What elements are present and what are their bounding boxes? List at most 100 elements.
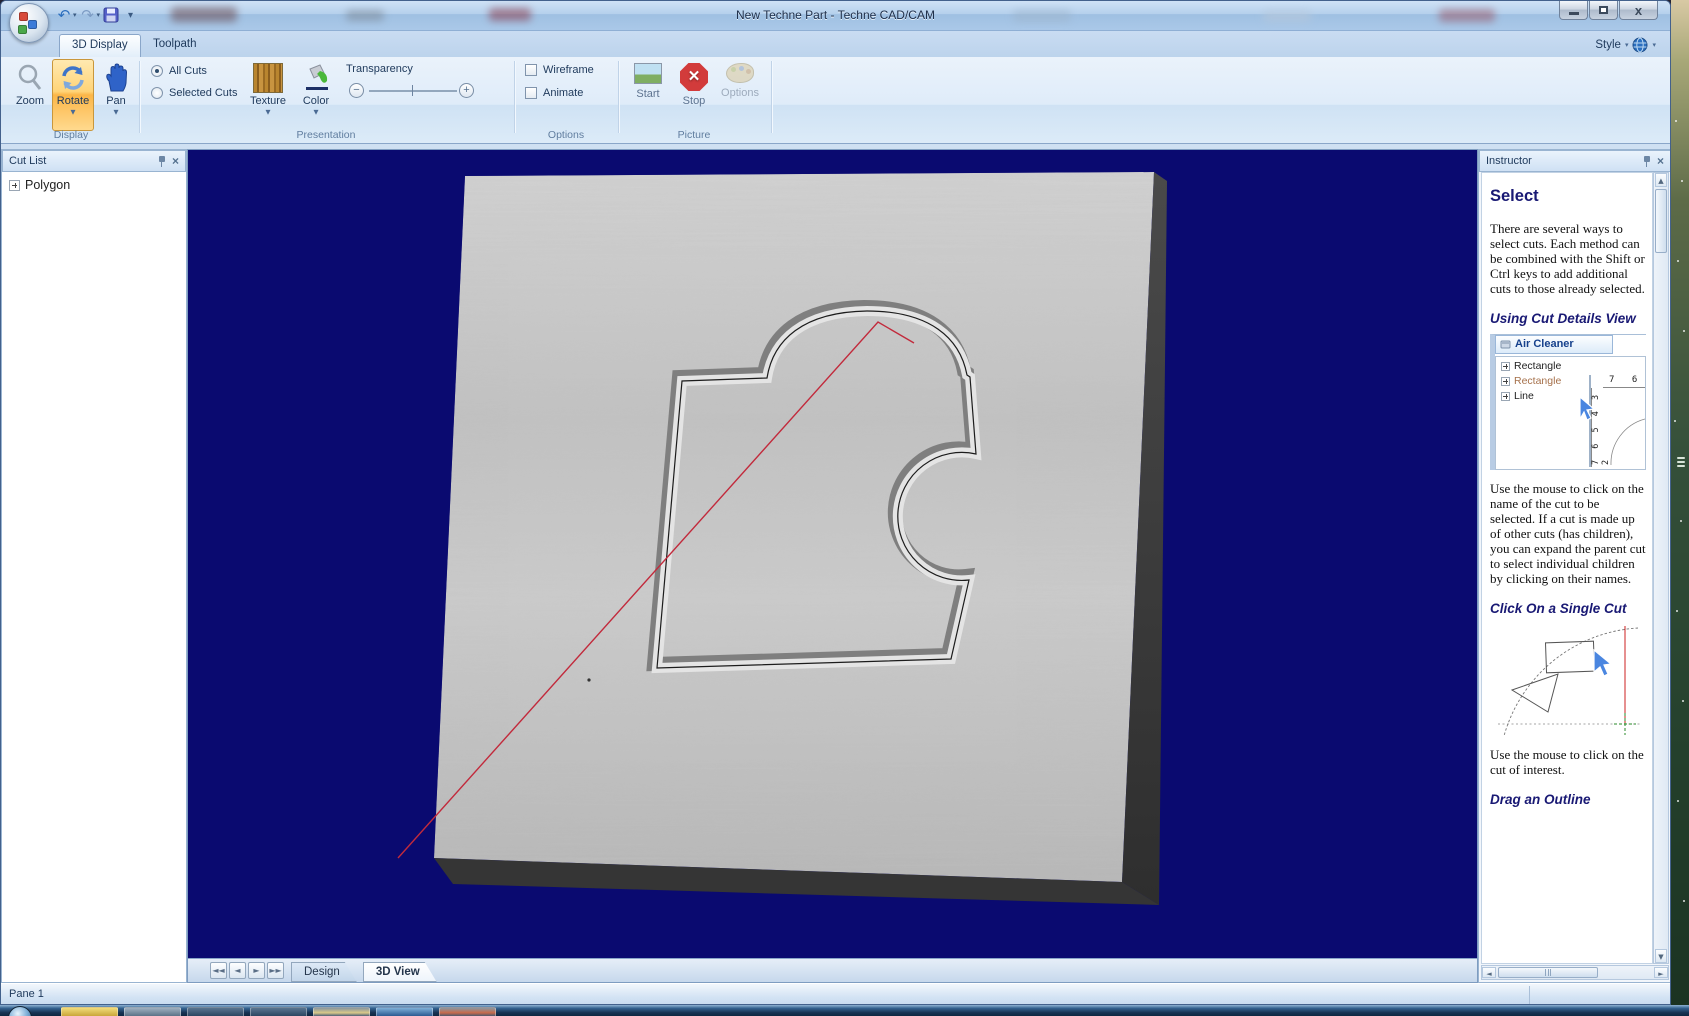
tab-nav-next-button[interactable]: ► [248,962,265,979]
scrollbar-thumb[interactable] [1498,967,1598,978]
application-window: New Techne Part - Techne CAD/CAM x ↶ ▾ ↷… [0,0,1671,1005]
scroll-right-icon[interactable]: ► [1654,967,1668,978]
wireframe-checkbox[interactable]: Wireframe [525,64,594,76]
app-logo-cube-green [18,25,27,34]
tree-expand-icon [1501,361,1510,371]
pan-dropdown-icon[interactable]: ▼ [114,108,119,116]
transparency-slider-thumb[interactable] [412,85,413,96]
design-view-tab[interactable]: Design [291,962,357,982]
color-dropdown-icon[interactable]: ▼ [314,108,319,116]
instructor-vertical-scrollbar[interactable]: ▲ ▼ [1653,172,1669,964]
sidebar-grip-handle[interactable] [1677,455,1685,469]
instructor-paragraph: There are several ways to select cuts. E… [1490,220,1645,296]
selected-cuts-radio[interactable]: Selected Cuts [151,87,237,99]
picture-image-icon [634,63,662,84]
tree-expand-icon [1501,376,1510,386]
taskbar-button-5[interactable] [313,1007,370,1016]
minimize-button[interactable] [1559,1,1588,20]
rotate-button[interactable]: Rotate ▼ [52,59,94,131]
picture-stop-button[interactable]: ✕ Stop [671,59,717,125]
picture-options-button[interactable]: Options [717,59,763,125]
pin-icon[interactable] [1643,155,1651,167]
application-menu-button[interactable] [9,3,49,43]
pan-hand-icon [106,63,128,92]
cursor-arrow-icon [1579,395,1596,422]
transparency-label: Transparency [346,63,413,75]
tree-expand-icon[interactable] [9,179,20,191]
texture-wood-icon [253,63,283,93]
style-caret-icon[interactable]: ▾ [1625,41,1629,49]
close-panel-icon[interactable]: × [1657,155,1664,167]
start-button[interactable] [8,1006,32,1016]
style-dropdown[interactable]: Style [1595,39,1621,51]
redo-button[interactable]: ↷ [77,5,99,25]
taskbar-button-7[interactable] [439,1007,496,1016]
tree-item-polygon[interactable]: Polygon [2,172,186,192]
animate-checkbox[interactable]: Animate [525,87,583,99]
rotate-icon [62,66,84,90]
rotate-dropdown-icon[interactable]: ▼ [71,108,76,116]
color-button[interactable]: Color ▼ [295,59,337,131]
tab-3d-display[interactable]: 3D Display [59,34,141,57]
app-logo-cube-blue [28,20,37,29]
instructor-horizontal-scrollbar[interactable]: ◄ ► [1481,965,1669,980]
help-caret-icon[interactable]: ▾ [1652,41,1656,49]
figure-ruler-area: 7 6 7 6 5 4 3 2 [1589,375,1645,468]
transparency-slider-track[interactable] [369,90,457,92]
undo-dropdown-icon[interactable]: ▾ [73,11,77,19]
quick-access-toolbar: ↶ ▾ ↷ ▾ ▾ [53,4,133,26]
pin-icon[interactable] [158,155,166,167]
scroll-left-icon[interactable]: ◄ [1482,967,1496,978]
viewport-3d-canvas[interactable] [188,150,1477,958]
stop-icon: ✕ [680,63,708,91]
tab-nav-last-button[interactable]: ►► [267,962,284,979]
picture-group-label: Picture [677,129,711,141]
instructor-panel: Instructor × Select There are several wa… [1478,149,1670,983]
taskbar-button-2[interactable] [124,1007,181,1016]
cursor-arrow-icon [1593,648,1613,678]
scrollbar-thumb[interactable] [1655,189,1667,253]
scroll-up-icon[interactable]: ▲ [1655,173,1667,187]
cut-details-figure: Air Cleaner Rectangle Rectangle Line 7 6… [1490,334,1646,471]
transparency-plus-button[interactable]: + [459,83,474,98]
instructor-paragraph: Use the mouse to click on the cut of int… [1490,747,1644,778]
taskbar-button-3[interactable] [187,1007,244,1016]
instructor-header: Instructor × [1479,150,1670,172]
texture-button[interactable]: Texture ▼ [247,59,289,131]
taskbar-button-6[interactable] [376,1007,433,1016]
close-button[interactable]: x [1619,1,1658,20]
taskbar-button-4[interactable] [250,1007,307,1016]
metal-plate[interactable] [421,152,1181,897]
quick-access-customize-icon[interactable]: ▾ [128,10,133,21]
taskbar-button-1[interactable] [61,1007,118,1016]
tab-nav-first-button[interactable]: ◄◄ [210,962,227,979]
close-panel-icon[interactable]: × [172,155,179,167]
figure-ruler-top: 7 6 [1603,375,1645,389]
picture-start-button[interactable]: Start [625,59,671,125]
transparency-minus-button[interactable]: − [349,83,364,98]
instructor-subheading: Using Cut Details View [1490,310,1636,326]
presentation-group-label: Presentation [296,129,356,141]
pan-button[interactable]: Pan ▼ [95,59,137,131]
status-bar: Pane 1 [1,983,1670,1004]
instructor-subheading: Drag an Outline [1490,792,1591,808]
status-pane-label: Pane 1 [9,988,44,1000]
maximize-button[interactable] [1589,1,1618,20]
instructor-paragraph: Use the mouse to click on the name of th… [1490,481,1646,586]
help-globe-button[interactable] [1632,37,1648,53]
color-paint-icon [306,64,328,90]
undo-button[interactable]: ↶ [53,5,75,25]
instructor-content: Select There are several ways to select … [1481,172,1653,964]
save-button[interactable] [100,5,122,25]
all-cuts-radio[interactable]: All Cuts [151,65,207,77]
texture-dropdown-icon[interactable]: ▼ [266,108,271,116]
tab-toolpath[interactable]: Toolpath [141,34,208,57]
instructor-heading: Select [1490,187,1539,205]
palette-icon [726,63,754,83]
tab-nav-prev-button[interactable]: ◄ [229,962,246,979]
viewport-panel: ◄◄ ◄ ► ►► Design 3D View [187,149,1478,983]
app-logo-cube-red [19,12,28,21]
scroll-down-icon[interactable]: ▼ [1655,949,1667,963]
3d-view-tab[interactable]: 3D View [363,962,437,982]
zoom-button[interactable]: Zoom [9,59,51,131]
